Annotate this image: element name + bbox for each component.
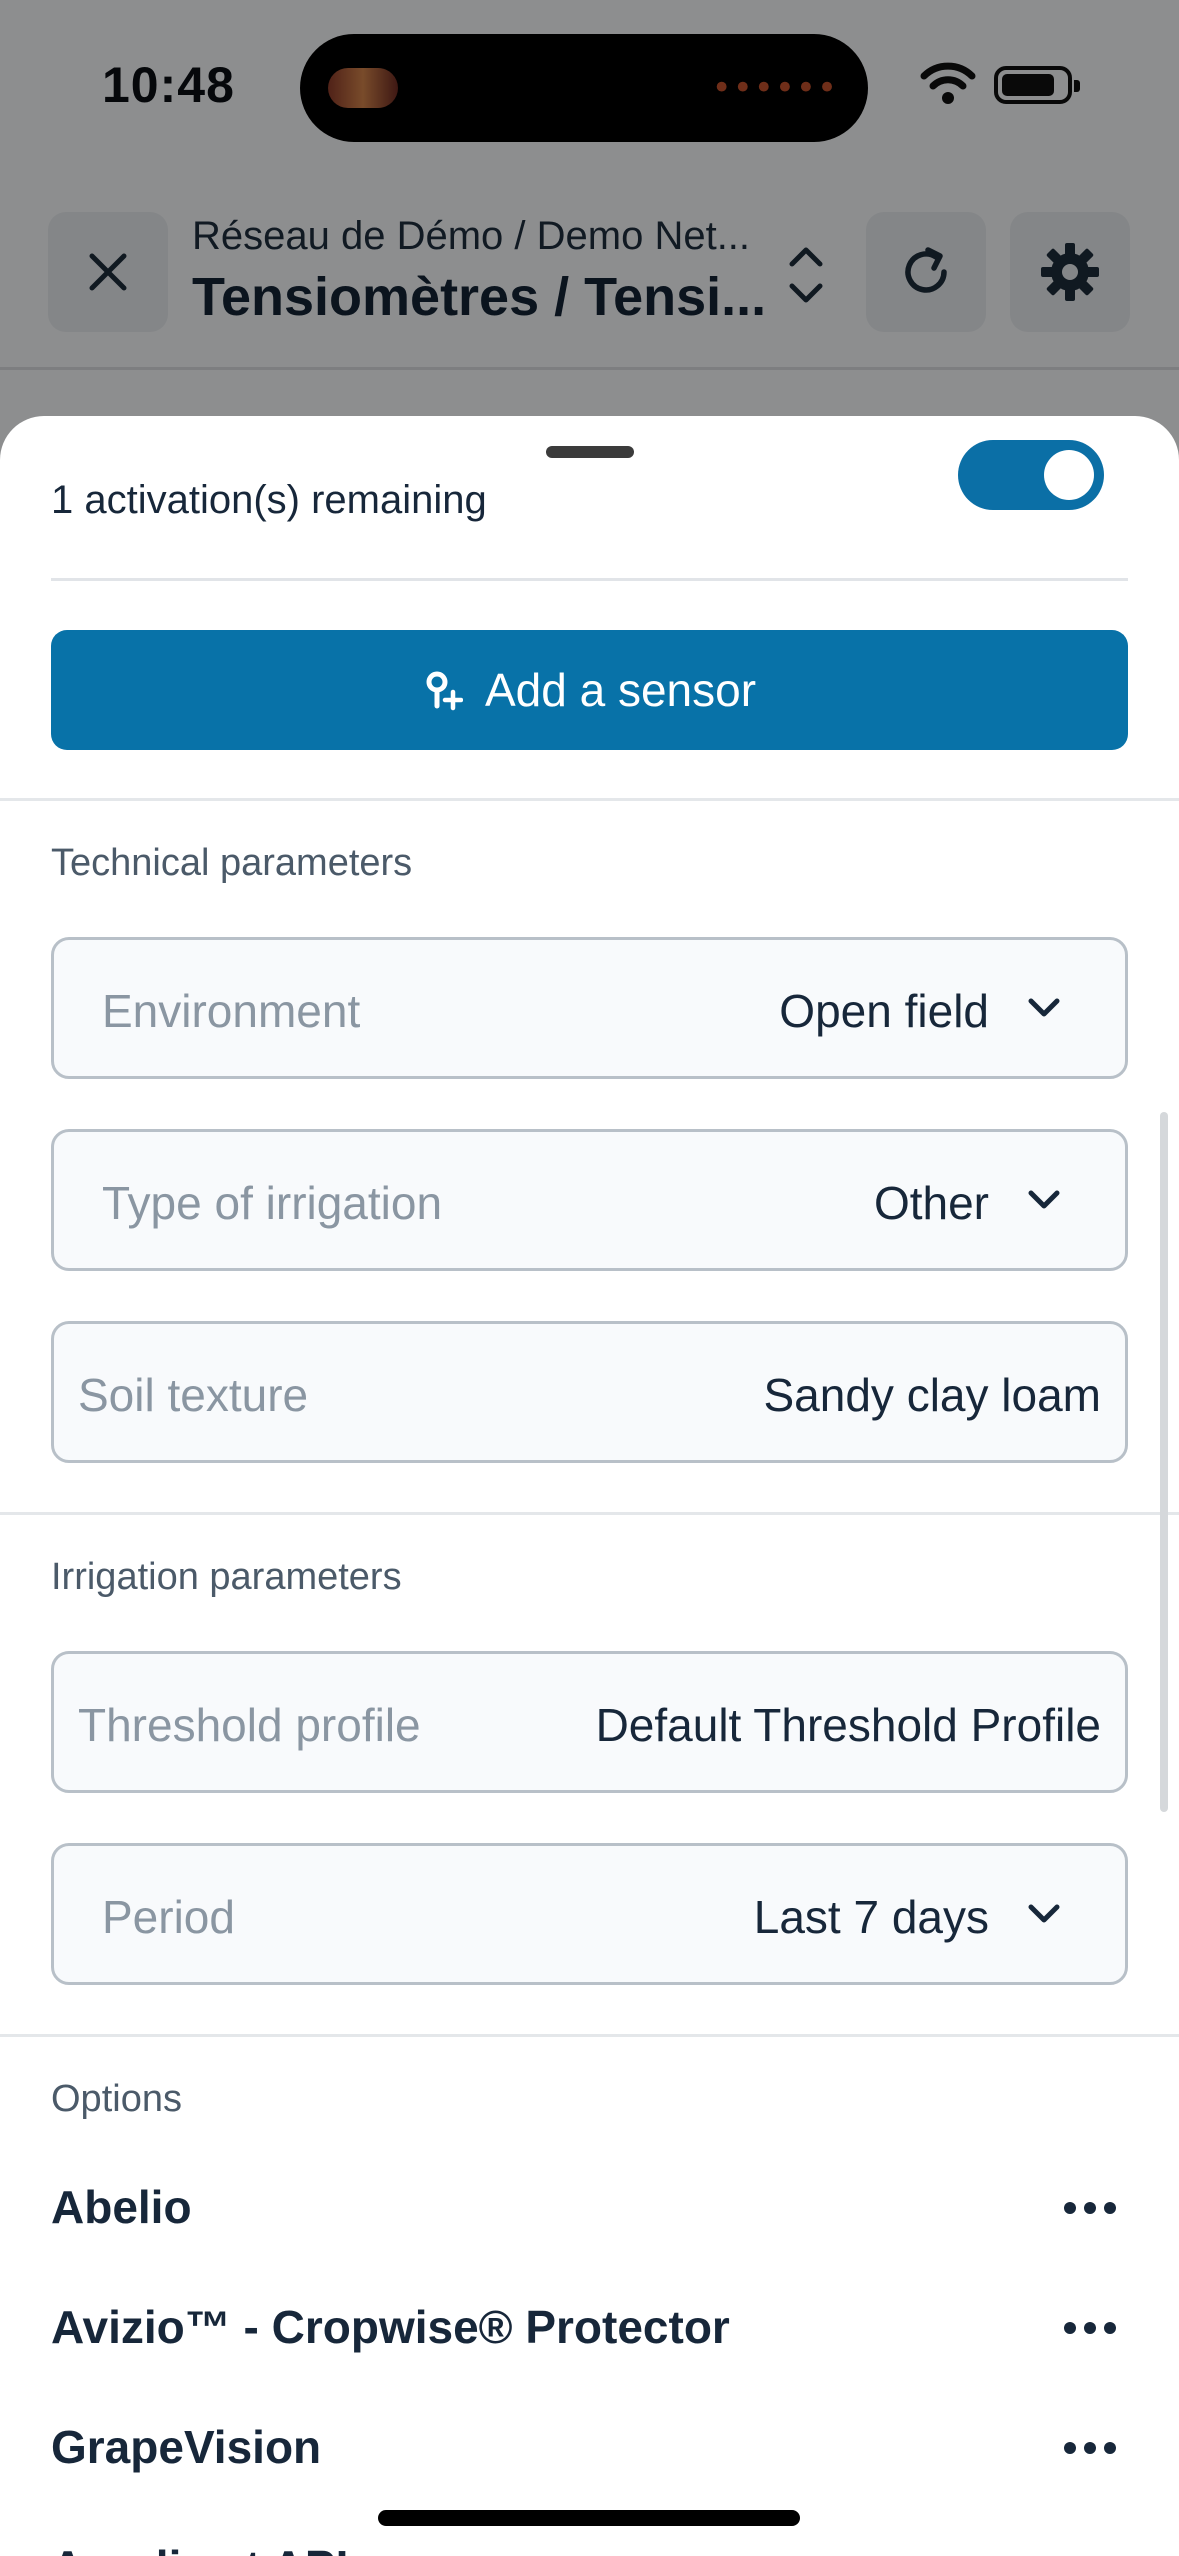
bottom-sheet: 1 activation(s) remaining Add a sensor T…: [0, 416, 1179, 2556]
period-select[interactable]: Period Last 7 days: [51, 1843, 1128, 1985]
section-divider: [0, 1512, 1179, 1515]
activation-toggle[interactable]: [958, 440, 1104, 510]
threshold-profile-value: Default Threshold Profile: [595, 1699, 1101, 1751]
threshold-profile-field[interactable]: Threshold profile Default Threshold Prof…: [51, 1651, 1128, 1793]
add-sensor-icon: [426, 671, 463, 711]
environment-select[interactable]: Environment Open field: [51, 937, 1128, 1079]
irrigation-type-select[interactable]: Type of irrigation Other: [51, 1129, 1128, 1271]
chevron-down-icon: [1028, 998, 1060, 1017]
option-row[interactable]: Avizio™ - Cropwise® Protector: [51, 2288, 1128, 2368]
option-row[interactable]: Abelio: [51, 2168, 1128, 2248]
option-row[interactable]: GrapeVision: [51, 2408, 1128, 2488]
soil-texture-field[interactable]: Soil texture Sandy clay loam: [51, 1321, 1128, 1463]
more-options-icon[interactable]: [1062, 2308, 1118, 2348]
soil-texture-value: Sandy clay loam: [763, 1369, 1102, 1421]
period-value: Last 7 days: [753, 1891, 989, 1943]
option-name: Abelio: [51, 2181, 192, 2233]
option-name: Agralis...t API: [51, 2540, 348, 2556]
home-indicator[interactable]: [378, 2510, 800, 2526]
add-sensor-label: Add a sensor: [484, 664, 757, 716]
option-name: GrapeVision: [51, 2421, 322, 2473]
environment-value: Open field: [779, 985, 989, 1037]
activations-remaining: 1 activation(s) remaining: [51, 478, 487, 522]
option-name: Avizio™ - Cropwise® Protector: [51, 2301, 730, 2353]
period-label: Period: [102, 1891, 235, 1943]
more-options-icon[interactable]: [1062, 2428, 1118, 2468]
chevron-down-icon: [1028, 1904, 1060, 1923]
divider: [51, 578, 1128, 581]
more-options-icon[interactable]: [1062, 2188, 1118, 2228]
sheet-grabber[interactable]: [546, 446, 634, 458]
technical-parameters-title: Technical parameters: [51, 842, 413, 884]
soil-texture-label: Soil texture: [78, 1369, 309, 1421]
irrigation-type-label: Type of irrigation: [102, 1177, 443, 1229]
toggle-knob: [1044, 450, 1094, 500]
scrollbar[interactable]: [1160, 1112, 1168, 1812]
threshold-profile-label: Threshold profile: [78, 1699, 421, 1751]
section-divider: [0, 798, 1179, 801]
chevron-down-icon: [1028, 1190, 1060, 1209]
irrigation-type-value: Other: [873, 1177, 989, 1229]
section-divider: [0, 2034, 1179, 2037]
options-title: Options: [51, 2078, 182, 2120]
environment-label: Environment: [102, 985, 361, 1037]
add-sensor-button[interactable]: Add a sensor: [51, 630, 1128, 750]
irrigation-parameters-title: Irrigation parameters: [51, 1556, 402, 1598]
option-row[interactable]: Agralis...t API: [51, 2528, 1128, 2556]
